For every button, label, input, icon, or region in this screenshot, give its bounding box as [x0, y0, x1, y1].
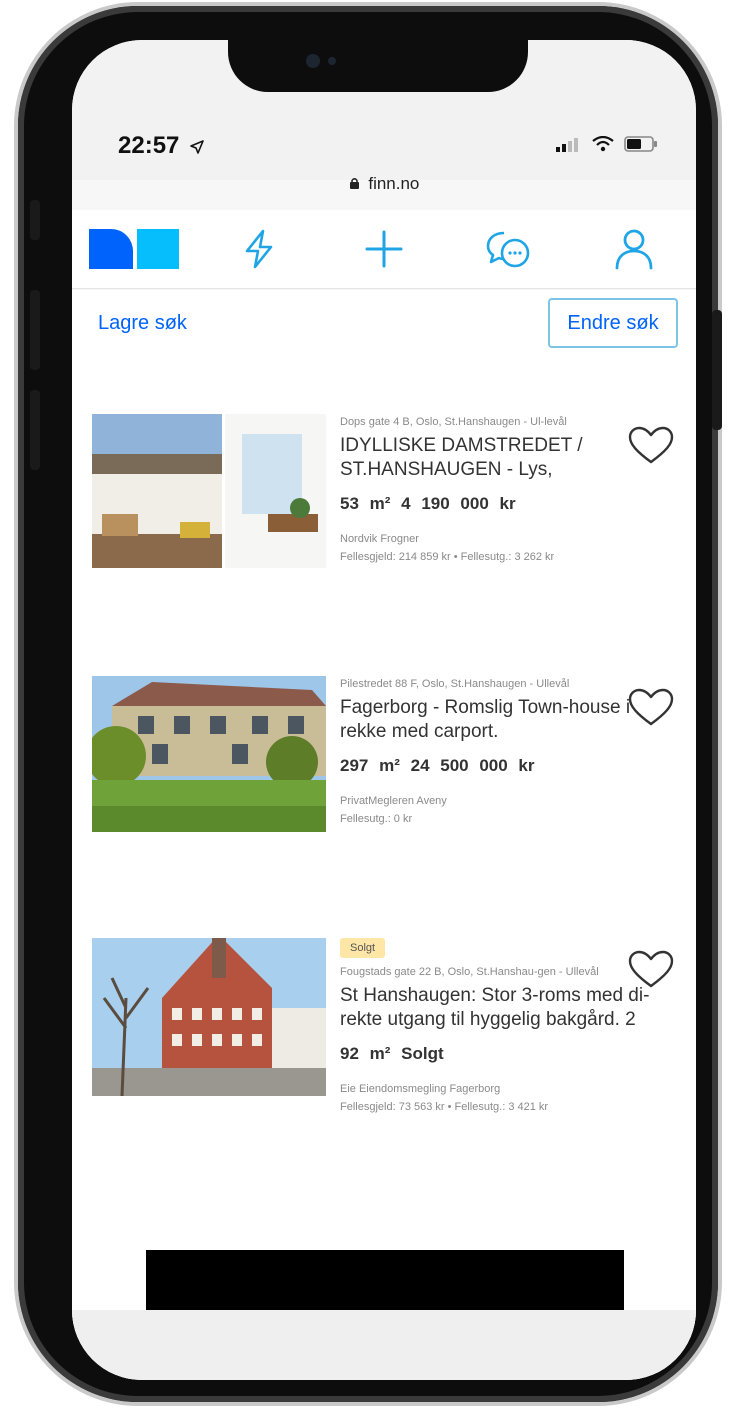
chat-bubbles-icon — [486, 231, 530, 268]
listing-broker: Eie Eiendomsmegling Fagerborg Fellesgjel… — [340, 1080, 674, 1116]
nav-home[interactable] — [72, 210, 197, 288]
signal-icon — [556, 138, 578, 152]
plus-icon — [365, 230, 403, 268]
listing-price: 4 190 000 kr — [401, 494, 516, 513]
listing-price: Solgt — [401, 1044, 444, 1063]
listing-size: 297 m² — [340, 756, 400, 775]
power-button — [712, 310, 722, 430]
lightning-icon — [245, 229, 273, 269]
listing-image[interactable] — [92, 676, 326, 832]
nav-notifications[interactable] — [197, 210, 322, 288]
listing-price: 24 500 000 kr — [410, 756, 535, 775]
listing-size-price: 53 m² 4 190 000 kr — [340, 494, 674, 514]
url-text: finn.no — [368, 174, 420, 193]
listing-address: Dops gate 4 B, Oslo, St.Hanshaugen - Ul-… — [340, 416, 567, 428]
broker-name: PrivatMegleren Aveny — [340, 795, 447, 807]
listing-size: 92 m² — [340, 1044, 391, 1063]
townhouse-photo — [92, 676, 326, 832]
address-bar[interactable]: finn.no — [72, 174, 696, 194]
listing-size: 53 m² — [340, 494, 391, 513]
list-item[interactable]: Solgt Fougstads gate 22 B, Oslo, St.Hans… — [72, 938, 696, 1178]
listing-broker: PrivatMegleren Aveny Fellesutg.: 0 kr — [340, 792, 674, 828]
listing-size-price: 92 m² Solgt — [340, 1044, 674, 1064]
listing-address: Fougstads gate 22 B, Oslo, St.Hanshau-ge… — [340, 966, 599, 978]
nav-messages[interactable] — [446, 210, 571, 288]
listing-info: Dops gate 4 B, Oslo, St.Hanshaugen - Ul-… — [340, 414, 674, 566]
sold-badge: Solgt — [340, 938, 386, 958]
listing-title[interactable]: St Hanshaugen: Stor 3-roms med di-rekte … — [340, 984, 680, 1032]
apartment-building-photo — [92, 938, 326, 1096]
listing-fees: Fellesgjeld: 214 859 kr • Fellesutg.: 3 … — [340, 551, 555, 563]
broker-name: Eie Eiendomsmegling Fagerborg — [340, 1083, 501, 1095]
notch — [228, 40, 528, 92]
mute-switch — [30, 200, 40, 240]
nav-new-ad[interactable] — [322, 210, 447, 288]
listing-results: Dops gate 4 B, Oslo, St.Hanshaugen - Ul-… — [72, 358, 696, 1380]
apartment-interior-photo — [92, 414, 326, 568]
edit-search-button[interactable]: Endre søk — [548, 298, 678, 348]
nav-profile[interactable] — [571, 210, 696, 288]
list-item[interactable]: Pilestredet 88 F, Oslo, St.Hanshaugen - … — [72, 676, 696, 916]
location-arrow-icon — [190, 139, 204, 154]
save-search-link[interactable]: Lagre søk — [98, 312, 187, 335]
listing-image[interactable] — [92, 938, 326, 1096]
listing-broker: Nordvik Frogner Fellesgjeld: 214 859 kr … — [340, 530, 674, 566]
wifi-icon — [592, 136, 614, 152]
listing-size-price: 297 m² 24 500 000 kr — [340, 756, 674, 776]
redaction-bar — [146, 1250, 624, 1310]
logo-shape-right — [137, 229, 180, 269]
heart-icon[interactable] — [626, 950, 676, 990]
camera-icon — [306, 54, 320, 68]
lock-icon — [349, 178, 359, 189]
top-navigation — [72, 210, 696, 289]
logo-shape-left — [89, 229, 134, 269]
heart-icon[interactable] — [626, 426, 676, 466]
volume-up-button — [30, 290, 40, 370]
user-icon — [615, 229, 652, 270]
volume-down-button — [30, 390, 40, 470]
battery-icon — [624, 136, 657, 152]
status-time: 22:57 — [118, 132, 204, 160]
listing-info: Solgt Fougstads gate 22 B, Oslo, St.Hans… — [340, 938, 674, 1116]
status-icons — [556, 136, 658, 152]
list-item[interactable]: Dops gate 4 B, Oslo, St.Hanshaugen - Ul-… — [72, 414, 696, 654]
listing-fees: Fellesutg.: 0 kr — [340, 813, 413, 825]
browser-bottom-bar — [72, 1310, 696, 1380]
finn-logo[interactable] — [89, 227, 180, 271]
sensor-icon — [328, 57, 336, 65]
listing-fees: Fellesgjeld: 73 563 kr • Fellesutg.: 3 4… — [340, 1101, 549, 1113]
phone-screen: 22:57 finn.no Lagre søk Endre søk Dops g… — [72, 40, 696, 1380]
listing-image[interactable] — [92, 414, 326, 568]
listing-address: Pilestredet 88 F, Oslo, St.Hanshaugen - … — [340, 678, 570, 690]
listing-info: Pilestredet 88 F, Oslo, St.Hanshaugen - … — [340, 676, 674, 828]
search-actions-bar: Lagre søk Endre søk — [72, 290, 696, 359]
broker-name: Nordvik Frogner — [340, 533, 419, 545]
heart-icon[interactable] — [626, 688, 676, 728]
